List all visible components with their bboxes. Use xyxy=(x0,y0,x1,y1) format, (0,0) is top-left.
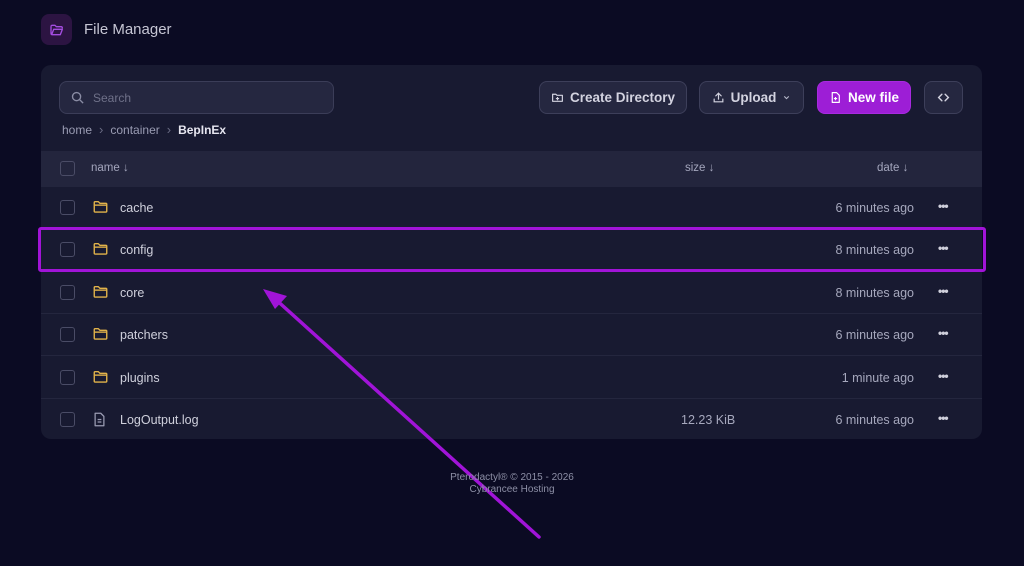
file-text-icon xyxy=(93,412,106,432)
footer-host: Cybrancee Hosting xyxy=(469,484,555,495)
column-size[interactable]: size ↓ xyxy=(685,162,714,174)
page-title: File Manager xyxy=(84,21,172,38)
column-date[interactable]: date ↓ xyxy=(877,162,908,174)
folder-icon xyxy=(93,285,108,304)
file-plus-icon xyxy=(831,92,840,103)
create-directory-label: Create Directory xyxy=(569,90,676,105)
row-name[interactable]: config xyxy=(120,243,153,257)
select-all-checkbox[interactable] xyxy=(60,161,75,176)
row-checkbox[interactable] xyxy=(60,200,75,215)
row-date: 6 minutes ago xyxy=(835,328,914,343)
row-checkbox[interactable] xyxy=(60,284,75,300)
row-name[interactable]: patchers xyxy=(120,328,168,342)
new-file-label: New file xyxy=(847,90,899,105)
row-checkbox[interactable] xyxy=(60,327,75,343)
row-name[interactable]: LogOutput.log xyxy=(120,413,199,427)
more-options-icon[interactable]: ••• xyxy=(938,411,949,425)
breadcrumb-container[interactable]: container xyxy=(110,123,159,137)
breadcrumb-current: BepInEx xyxy=(178,122,227,137)
more-options-icon[interactable]: ••• xyxy=(938,199,949,213)
row-name[interactable]: core xyxy=(120,286,144,300)
more-options-icon[interactable]: ••• xyxy=(938,326,949,340)
folder-icon xyxy=(93,370,108,389)
code-icon xyxy=(937,93,950,102)
more-options-icon[interactable]: ••• xyxy=(938,369,949,383)
search-icon xyxy=(71,91,84,104)
chevron-down-icon xyxy=(784,95,790,100)
column-name[interactable]: name ↓ xyxy=(91,162,129,174)
row-date: 8 minutes ago xyxy=(835,285,914,300)
row-name[interactable]: plugins xyxy=(120,371,160,385)
row-name[interactable]: cache xyxy=(120,201,153,215)
search-box[interactable] xyxy=(59,81,334,114)
upload-label: Upload xyxy=(730,90,777,105)
folder-icon xyxy=(93,327,108,346)
upload-button[interactable]: Upload xyxy=(699,81,804,114)
create-directory-button[interactable]: Create Directory xyxy=(539,81,687,114)
search-input[interactable] xyxy=(93,90,313,105)
folder-plus-icon xyxy=(551,93,563,102)
row-size: 12.23 KiB xyxy=(681,413,736,427)
code-view-button[interactable] xyxy=(924,81,963,114)
breadcrumb: home › container › BepInEx xyxy=(62,122,226,137)
chevron-right-icon: › xyxy=(99,122,104,137)
table-header: name ↓ size ↓ date ↓ xyxy=(41,151,982,187)
table-row[interactable]: patchers 6 minutes ago ••• xyxy=(41,314,982,357)
row-checkbox[interactable] xyxy=(60,369,75,385)
table-row[interactable]: plugins 1 minute ago ••• xyxy=(41,357,982,399)
row-checkbox[interactable] xyxy=(60,412,75,427)
more-options-icon[interactable]: ••• xyxy=(938,241,949,255)
folder-icon xyxy=(93,242,108,261)
row-checkbox[interactable] xyxy=(60,242,75,258)
new-file-button[interactable]: New file xyxy=(817,81,911,114)
row-date: 8 minutes ago xyxy=(835,243,914,258)
more-options-icon[interactable]: ••• xyxy=(938,284,949,298)
table-row[interactable]: config 8 minutes ago ••• xyxy=(41,229,982,272)
file-manager-panel: Create Directory Upload New file home › … xyxy=(41,65,982,439)
table-row[interactable]: core 8 minutes ago ••• xyxy=(41,272,982,314)
upload-icon xyxy=(713,92,724,103)
breadcrumb-home[interactable]: home xyxy=(62,123,92,137)
row-date: 1 minute ago xyxy=(841,370,914,385)
row-date: 6 minutes ago xyxy=(835,413,914,427)
footer-copyright: Pterodactyl® © 2015 - 2026 xyxy=(450,472,574,483)
chevron-right-icon: › xyxy=(166,122,172,137)
row-date: 6 minutes ago xyxy=(835,201,914,215)
folder-open-icon xyxy=(41,14,72,45)
footer: Pterodactyl® © 2015 - 2026 Cybrancee Hos… xyxy=(0,472,1024,496)
table-row[interactable]: cache 6 minutes ago ••• xyxy=(41,187,982,229)
folder-icon xyxy=(93,200,108,219)
page-header: File Manager xyxy=(41,14,172,45)
table-row[interactable]: LogOutput.log 12.23 KiB 6 minutes ago ••… xyxy=(41,399,982,439)
